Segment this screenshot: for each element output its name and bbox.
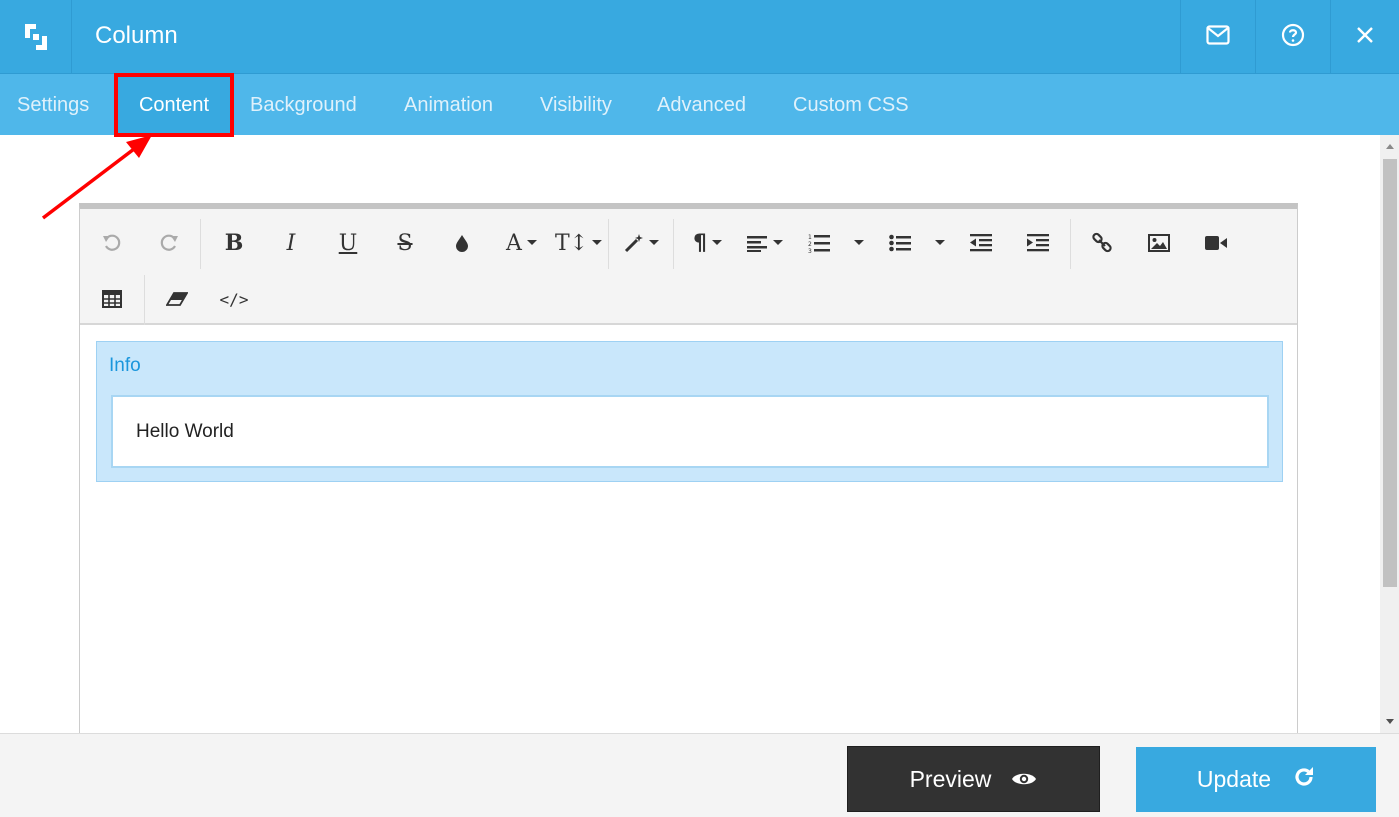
font-family-icon: A [506,230,522,256]
chevron-down-icon [526,240,537,245]
paragraph-icon: ¶ [693,230,707,256]
info-content-area[interactable]: Hello World [111,395,1269,468]
tab-background[interactable]: Background [250,74,357,135]
tab-animation[interactable]: Animation [404,74,493,135]
underline-button[interactable]: U [332,221,364,265]
undo-button[interactable] [96,221,128,265]
ordered-list-icon: 123 [808,234,830,253]
mail-button[interactable] [1180,0,1255,74]
chevron-down-icon [649,240,659,245]
info-content-text: Hello World [136,421,234,442]
chevron-down-icon [592,240,603,245]
chevron-down-icon [854,240,864,245]
outdent-icon [970,234,992,252]
unordered-list-icon [889,234,911,252]
info-label: Info [109,355,141,376]
scroll-down-icon[interactable] [1384,715,1396,727]
indent-icon [1027,234,1049,252]
chevron-down-icon [772,240,783,245]
link-icon [1092,232,1112,253]
tab-custom-css[interactable]: Custom CSS [793,74,909,135]
modal-footer: Preview Update [0,733,1399,817]
chevron-down-icon [712,240,722,245]
indent-button[interactable] [1022,221,1054,265]
preview-button[interactable]: Preview [847,746,1100,812]
tab-advanced[interactable]: Advanced [657,74,746,135]
italic-button[interactable]: I [275,221,307,265]
strikethrough-button[interactable]: S [389,221,421,265]
font-size-icon: T↕ [555,230,589,256]
info-block[interactable]: Info Hello World [96,341,1283,482]
color-drop-icon [456,235,468,252]
svg-text:2: 2 [808,241,812,248]
tab-visibility[interactable]: Visibility [540,74,612,135]
update-label: Update [1196,766,1272,792]
help-icon [1281,23,1305,52]
unordered-list-button[interactable] [884,221,916,265]
refresh-icon [1293,766,1315,794]
undo-icon [103,234,121,251]
bold-button[interactable]: B [218,221,250,265]
eye-icon [1011,766,1037,793]
table-icon [102,290,122,308]
svg-text:3: 3 [808,248,812,253]
video-icon [1205,236,1227,250]
update-button[interactable]: Update [1136,747,1376,812]
close-button[interactable] [1330,0,1399,74]
link-button[interactable] [1086,221,1118,265]
preview-label: Preview [909,765,992,792]
mail-icon [1206,24,1230,50]
align-dropdown[interactable] [741,221,789,265]
style-dropdown[interactable] [618,221,666,265]
image-button[interactable] [1143,221,1175,265]
clear-format-button[interactable] [161,277,193,321]
rich-text-editor: B I U S A T↕ ¶ 123 </> Info Hello World [79,203,1298,743]
redo-button[interactable] [153,221,185,265]
paragraph-dropdown[interactable]: ¶ [684,221,732,265]
chevron-down-icon [935,240,945,245]
image-icon [1148,234,1170,252]
annotation-arrow [41,135,152,220]
magic-wand-icon [624,234,643,253]
ordered-list-button[interactable]: 123 [803,221,835,265]
scroll-up-icon[interactable] [1384,141,1396,153]
font-size-dropdown[interactable]: T↕ [555,221,603,265]
close-icon [1355,25,1375,50]
font-family-dropdown[interactable]: A [498,221,546,265]
code-view-button[interactable]: </> [218,277,250,321]
redo-icon [160,234,178,251]
eraser-icon [166,292,188,306]
color-button[interactable] [446,221,478,265]
table-button[interactable] [96,277,128,321]
unordered-list-dropdown[interactable] [931,221,949,265]
editor-toolbar: B I U S A T↕ ¶ 123 </> [80,209,1297,325]
vertical-scrollbar[interactable] [1380,135,1399,733]
svg-text:1: 1 [808,234,812,241]
scroll-thumb[interactable] [1383,159,1397,587]
ordered-list-dropdown[interactable] [850,221,868,265]
outdent-button[interactable] [965,221,997,265]
video-button[interactable] [1200,221,1232,265]
help-button[interactable] [1255,0,1330,74]
align-left-icon [746,236,767,252]
